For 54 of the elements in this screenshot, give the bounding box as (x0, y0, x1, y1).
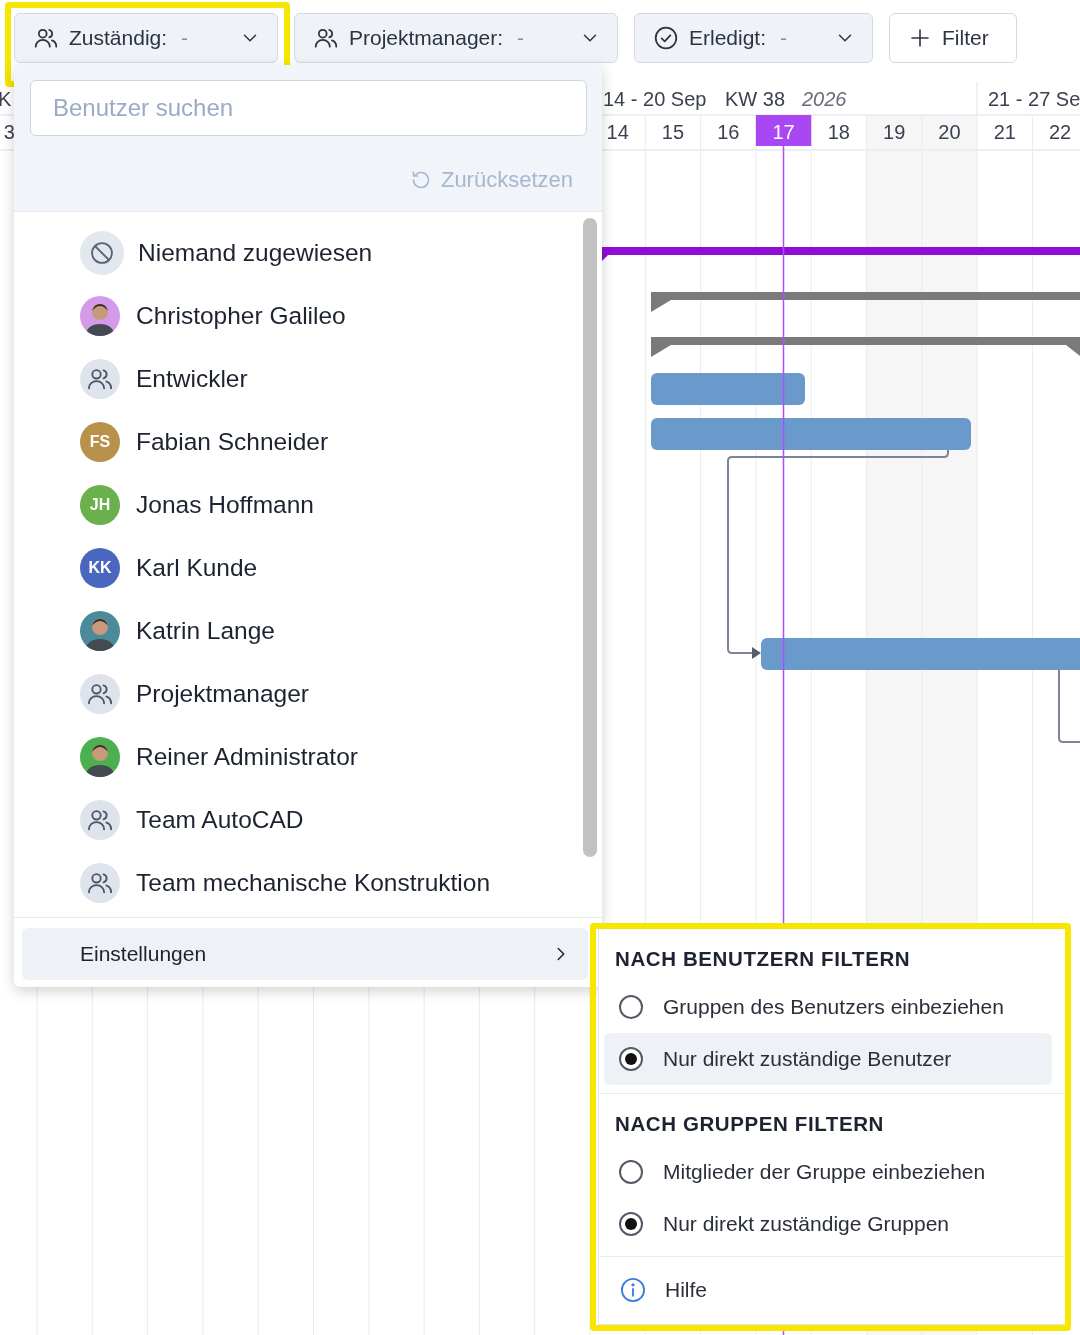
day-label: 3 (3, 121, 15, 143)
section-heading: NACH GRUPPEN FILTERN (614, 1110, 885, 1137)
plus-icon (908, 26, 932, 50)
user-option[interactable]: Entwickler (136, 360, 248, 398)
week-number: KW 38 (725, 88, 786, 110)
avatar: FS (80, 422, 120, 463)
help-item[interactable]: Hilfe (604, 1264, 1052, 1316)
avatar: KK (80, 548, 120, 589)
radio-option[interactable]: Gruppen des Benutzers einbeziehen (604, 981, 1052, 1033)
user-option[interactable]: Team AutoCAD (136, 801, 304, 839)
radio-button[interactable] (619, 1160, 643, 1184)
user-option[interactable]: Jonas Hoffmann (136, 486, 314, 524)
filter-dropdown[interactable]: Erledigt: - (634, 13, 873, 63)
check-circle-icon (653, 25, 679, 51)
user-option[interactable]: Projektmanager (136, 675, 309, 713)
user-option[interactable]: Team mechanische Konstruktion (136, 864, 491, 902)
add-filter-button[interactable]: Filter (889, 13, 1017, 63)
day-label: 19 (883, 121, 906, 143)
user-option[interactable]: Fabian Schneider (136, 423, 329, 461)
option-label: Nur direkt zuständige Benutzer (663, 1046, 952, 1073)
user-option[interactable]: Reiner Administrator (136, 738, 358, 776)
option-label: Gruppen des Benutzers einbeziehen (663, 994, 1004, 1021)
section-heading: NACH BENUTZERN FILTERN (614, 945, 912, 972)
filter-dropdown[interactable]: Zuständig: - (14, 13, 278, 63)
week-label: K (0, 88, 12, 110)
radio-option[interactable]: Mitglieder der Gruppe einbeziehen (604, 1146, 1052, 1198)
user-option[interactable]: Christopher Galileo (136, 297, 346, 335)
day-label: 18 (827, 121, 850, 143)
day-label: 22 (1048, 121, 1072, 143)
day-label: 16 (717, 121, 740, 143)
user-option[interactable]: Katrin Lange (136, 612, 275, 650)
option-label: Mitglieder der Gruppe einbeziehen (663, 1159, 986, 1186)
radio-option[interactable]: Nur direkt zuständige Benutzer (604, 1033, 1052, 1085)
radio-option[interactable]: Nur direkt zuständige Gruppen (604, 1198, 1052, 1250)
day-label: 15 (661, 121, 685, 143)
filter-dropdown[interactable]: Projektmanager: - (294, 13, 618, 63)
option-label: Nur direkt zuständige Gruppen (663, 1211, 949, 1238)
radio-button[interactable] (619, 1212, 643, 1236)
info-icon (619, 1276, 647, 1304)
radio-button[interactable] (619, 1047, 643, 1071)
day-label: 14 (606, 121, 629, 143)
week-label: 21 - 27 Se (988, 88, 1080, 110)
year-label: 2026 (802, 88, 847, 110)
search-field[interactable]: Benutzer suchen (30, 80, 587, 136)
scrollbar-thumb[interactable] (583, 217, 597, 857)
radio-button[interactable] (619, 995, 643, 1019)
day-label: 17 (772, 121, 795, 143)
user-option[interactable]: Karl Kunde (136, 549, 258, 587)
avatar: JH (80, 485, 120, 526)
week-label: 14 - 20 Sep (603, 88, 707, 110)
day-label: 20 (938, 121, 961, 143)
day-label: 21 (993, 121, 1016, 143)
user-option[interactable]: Niemand zugewiesen (138, 234, 373, 272)
settings-menu-item[interactable]: Einstellungen (22, 928, 588, 980)
